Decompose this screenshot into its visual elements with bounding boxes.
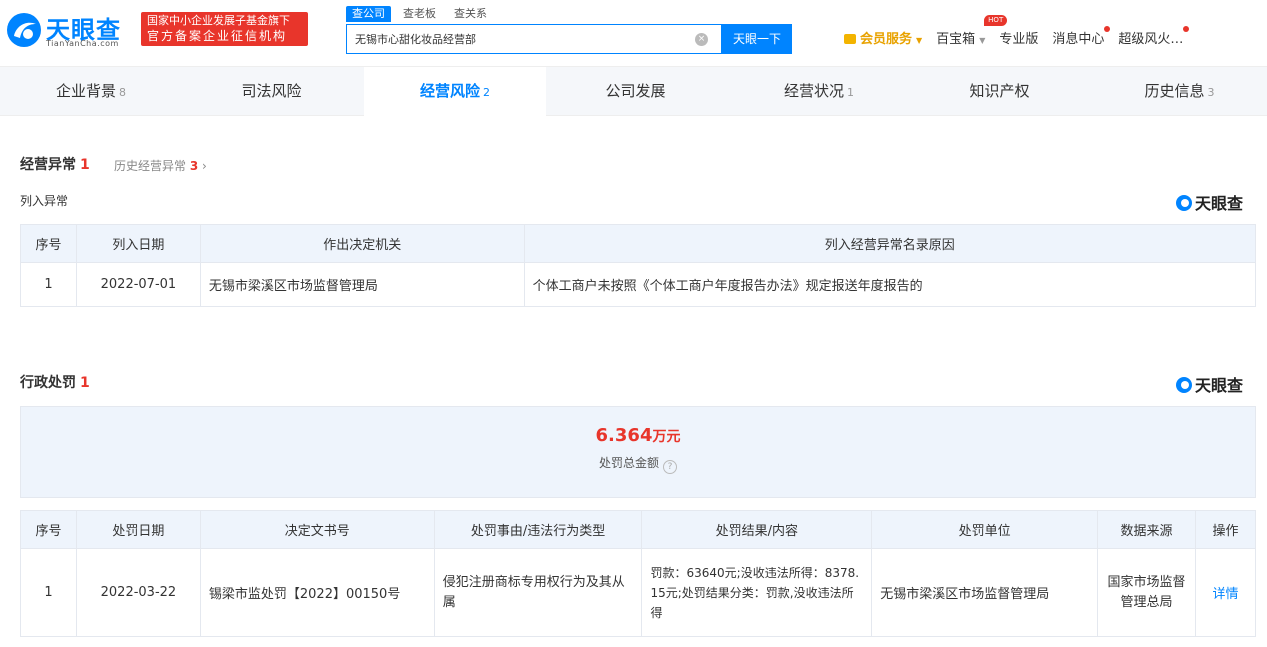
col-header: 决定文书号 [199, 510, 435, 549]
tianyancha-logo-icon [1176, 195, 1192, 211]
table-row: 1 2022-07-01 无锡市梁溪区市场监督管理局 个体工商户未按照《个体工商… [20, 262, 1257, 307]
message-center-link[interactable]: 消息中心 [1052, 25, 1111, 47]
tab-intellectual-property[interactable]: 知识产权 [910, 67, 1092, 116]
clear-icon[interactable]: × [695, 33, 708, 46]
cell-index: 1 [20, 548, 77, 637]
cell-reason: 个体工商户未按照《个体工商户年度报告办法》规定报送年度报告的 [523, 262, 1257, 307]
cell-document-number: 锡梁市监处罚【2022】00150号 [199, 548, 435, 637]
search-tab-relation[interactable]: 查关系 [448, 6, 493, 22]
vip-service-menu[interactable]: 会员服务 ▼ [844, 28, 922, 47]
search-button[interactable]: 天眼一下 [722, 24, 792, 54]
tab-business-status[interactable]: 经营状况 1 [728, 67, 910, 116]
cell-violation-type: 侵犯注册商标专用权行为及其从属 [433, 548, 643, 637]
category-tabs: 企业背景 8 司法风险 经营风险 2 公司发展 经营状况 1 知识产权 历史信息 3 [0, 66, 1267, 116]
vip-service-label: 会员服务 [860, 31, 913, 47]
message-center-label: 消息中心 [1052, 31, 1105, 47]
penalty-total-label: 处罚总金额? [21, 454, 1255, 474]
col-header: 列入日期 [75, 224, 201, 263]
logo-subtext: TianYanCha.com [46, 39, 119, 48]
tab-company-background[interactable]: 企业背景 8 [0, 67, 182, 116]
detail-link[interactable]: 详情 [1194, 548, 1257, 637]
caret-down-icon: ▼ [916, 35, 923, 45]
col-header: 处罚结果/内容 [641, 510, 873, 549]
gov-badge-line2: 官方备案企业征信机构 [147, 29, 288, 43]
table-row: 1 2022-03-22 锡梁市监处罚【2022】00150号 侵犯注册商标专用… [20, 548, 1257, 637]
history-abnormal-link[interactable]: 历史经营异常 3 › [114, 157, 207, 174]
toolbox-menu[interactable]: 百宝箱 ▼ HOT [936, 14, 1008, 47]
notification-dot [1104, 25, 1111, 32]
table-header-row: 序号 列入日期 作出决定机关 列入经营异常名录原因 [20, 224, 1257, 263]
tab-business-risk[interactable]: 经营风险 2 [364, 67, 546, 116]
tab-history-info[interactable]: 历史信息 3 [1092, 67, 1267, 116]
col-header: 处罚日期 [75, 510, 201, 549]
col-header: 列入经营异常名录原因 [523, 224, 1257, 263]
col-header: 作出决定机关 [199, 224, 525, 263]
tianyancha-logo-icon [7, 13, 41, 47]
logo[interactable]: 天眼查 TianYanCha.com [6, 10, 136, 50]
abnormal-table: 序号 列入日期 作出决定机关 列入经营异常名录原因 1 2022-07-01 无… [20, 224, 1257, 307]
crown-icon [844, 34, 856, 44]
search-type-tabs: 查公司 查老板 查关系 [346, 6, 499, 22]
penalty-section-title: 行政处罚 1 [20, 375, 90, 391]
notification-dot [1183, 25, 1190, 32]
cell-authority: 无锡市梁溪区市场监督管理局 [199, 262, 525, 307]
gov-badge-line1: 国家中小企业发展子基金旗下 [147, 14, 290, 27]
pro-version-link[interactable]: 专业版 [999, 28, 1038, 47]
user-name: 超级风火… [1118, 31, 1184, 47]
penalty-total-amount: 6.364万元 [595, 425, 681, 446]
penalty-table: 序号 处罚日期 决定文书号 处罚事由/违法行为类型 处罚结果/内容 处罚单位 数… [20, 510, 1257, 637]
chevron-right-icon: › [198, 159, 207, 173]
search-input[interactable] [355, 25, 685, 53]
search-tab-company[interactable]: 查公司 [346, 6, 391, 22]
search-box: × [346, 24, 722, 54]
cell-data-source: 国家市场监督管理总局 [1097, 548, 1196, 637]
cell-penalty-authority: 无锡市梁溪区市场监督管理局 [871, 548, 1099, 637]
col-header: 数据来源 [1097, 510, 1196, 549]
toolbox-label: 百宝箱 [936, 31, 976, 47]
cell-penalty-result: 罚款：63640元;没收违法所得：8378.15元;处罚结果分类：罚款,没收违法… [641, 548, 873, 637]
abnormal-section-title: 经营异常 1 [20, 157, 90, 173]
col-header: 序号 [20, 224, 77, 263]
tianyancha-watermark: 天眼查 [1176, 372, 1243, 396]
tab-judicial-risk[interactable]: 司法风险 [182, 67, 364, 116]
penalty-summary: 6.364万元 处罚总金额? [20, 406, 1256, 498]
hot-badge: HOT [984, 14, 1008, 26]
col-header: 序号 [20, 510, 77, 549]
cell-index: 1 [20, 262, 77, 307]
search-tab-boss[interactable]: 查老板 [397, 6, 442, 22]
help-icon[interactable]: ? [663, 460, 677, 474]
cell-date: 2022-07-01 [75, 262, 201, 307]
top-nav: 会员服务 ▼ 百宝箱 ▼ HOT 专业版 消息中心 超级风火… [844, 14, 1197, 52]
tianyancha-logo-icon [1176, 377, 1192, 393]
gov-badge: 国家中小企业发展子基金旗下 官方备案企业征信机构 [141, 12, 308, 46]
caret-down-icon: ▼ [979, 35, 986, 45]
top-header: 天眼查 TianYanCha.com 国家中小企业发展子基金旗下 官方备案企业征… [0, 0, 1267, 66]
col-header: 处罚单位 [871, 510, 1099, 549]
user-menu[interactable]: 超级风火… [1118, 25, 1190, 47]
col-header: 处罚事由/违法行为类型 [433, 510, 643, 549]
table-header-row: 序号 处罚日期 决定文书号 处罚事由/违法行为类型 处罚结果/内容 处罚单位 数… [20, 510, 1257, 549]
abnormal-subtitle: 列入异常 [20, 194, 69, 208]
tianyancha-watermark: 天眼查 [1176, 190, 1243, 214]
tab-company-development[interactable]: 公司发展 [546, 67, 728, 116]
col-header: 操作 [1194, 510, 1257, 549]
cell-date: 2022-03-22 [75, 548, 201, 637]
